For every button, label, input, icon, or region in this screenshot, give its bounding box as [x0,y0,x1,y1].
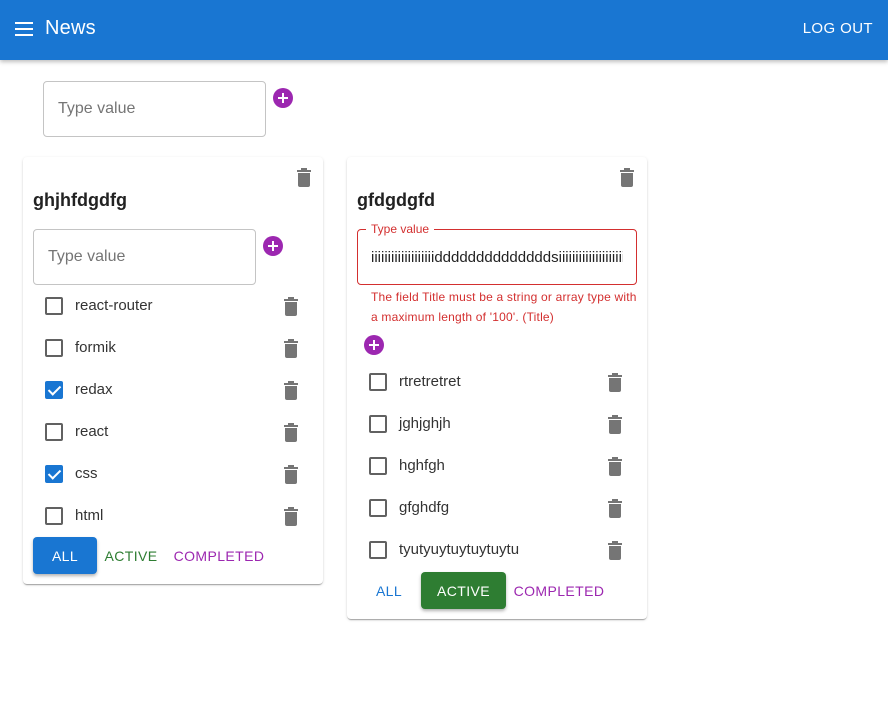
task-checkbox[interactable] [45,339,63,357]
menu-icon[interactable] [15,22,33,36]
delete-task-icon[interactable] [284,507,298,527]
task-checkbox[interactable] [369,373,387,391]
add-task-input[interactable]: Type value iiiiiiiiiiiiiiiiiiidddddddddd… [357,222,637,285]
delete-task-icon[interactable] [284,297,298,317]
add-list-icon[interactable] [273,88,293,108]
filter-completed-button[interactable]: COMPLETED [509,572,609,609]
add-task-icon[interactable] [364,335,384,355]
task-label[interactable]: css [75,465,98,482]
delete-task-icon[interactable] [284,465,298,485]
app-title: News [45,17,96,39]
delete-task-icon[interactable] [608,499,622,519]
task-label[interactable]: html [75,507,103,524]
task-checkbox[interactable] [369,499,387,517]
new-list-input-placeholder: Type value [58,100,136,117]
delete-list-icon[interactable] [297,168,311,188]
list-title[interactable]: ghjhfdgdfg [33,190,127,211]
delete-task-icon[interactable] [284,423,298,443]
filter-active-button[interactable]: ACTIVE [99,537,163,574]
add-task-input[interactable]: Type value [33,229,256,285]
task-checkbox[interactable] [369,457,387,475]
task-checkbox[interactable] [45,297,63,315]
task-label[interactable]: gfghdfg [399,499,449,516]
task-checkbox[interactable] [45,423,63,441]
task-checkbox[interactable] [45,507,63,525]
task-label[interactable]: hghfgh [399,457,445,474]
app-bar: News LOG OUT [0,0,888,60]
add-task-input-label: Type value [366,222,435,236]
task-checkbox[interactable] [45,381,63,399]
add-task-input-value: iiiiiiiiiiiiiiiiiiiddddddddddddddsiiiiii… [371,249,623,266]
task-label[interactable]: tyutyuytuytuytuytu [399,541,519,558]
delete-task-icon[interactable] [608,415,622,435]
todolist-card: gfdgdgfd Type value iiiiiiiiiiiiiiiiiiid… [347,157,647,619]
filter-completed-button[interactable]: COMPLETED [169,537,269,574]
task-label[interactable]: redax [75,381,113,398]
delete-list-icon[interactable] [620,168,634,188]
task-checkbox[interactable] [369,415,387,433]
input-error-text: The field Title must be a string or arra… [371,290,637,324]
delete-task-icon[interactable] [608,373,622,393]
task-label[interactable]: formik [75,339,116,356]
task-label[interactable]: react-router [75,297,153,314]
todolist-card: ghjhfdgdfg Type value react-router formi… [23,157,323,584]
task-label[interactable]: react [75,423,108,440]
delete-task-icon[interactable] [284,381,298,401]
filter-all-button[interactable]: ALL [357,572,421,609]
filter-all-button[interactable]: ALL [33,537,97,574]
add-task-input-placeholder: Type value [48,248,126,265]
delete-task-icon[interactable] [608,457,622,477]
new-list-input[interactable]: Type value [43,81,266,137]
delete-task-icon[interactable] [608,541,622,561]
logout-button[interactable]: LOG OUT [803,20,873,37]
filter-active-button[interactable]: ACTIVE [421,572,506,609]
delete-task-icon[interactable] [284,339,298,359]
task-checkbox[interactable] [45,465,63,483]
task-checkbox[interactable] [369,541,387,559]
task-label[interactable]: jghjghjh [399,415,451,432]
task-label[interactable]: rtretretret [399,373,461,390]
list-title[interactable]: gfdgdgfd [357,190,435,211]
add-task-icon[interactable] [263,236,283,256]
